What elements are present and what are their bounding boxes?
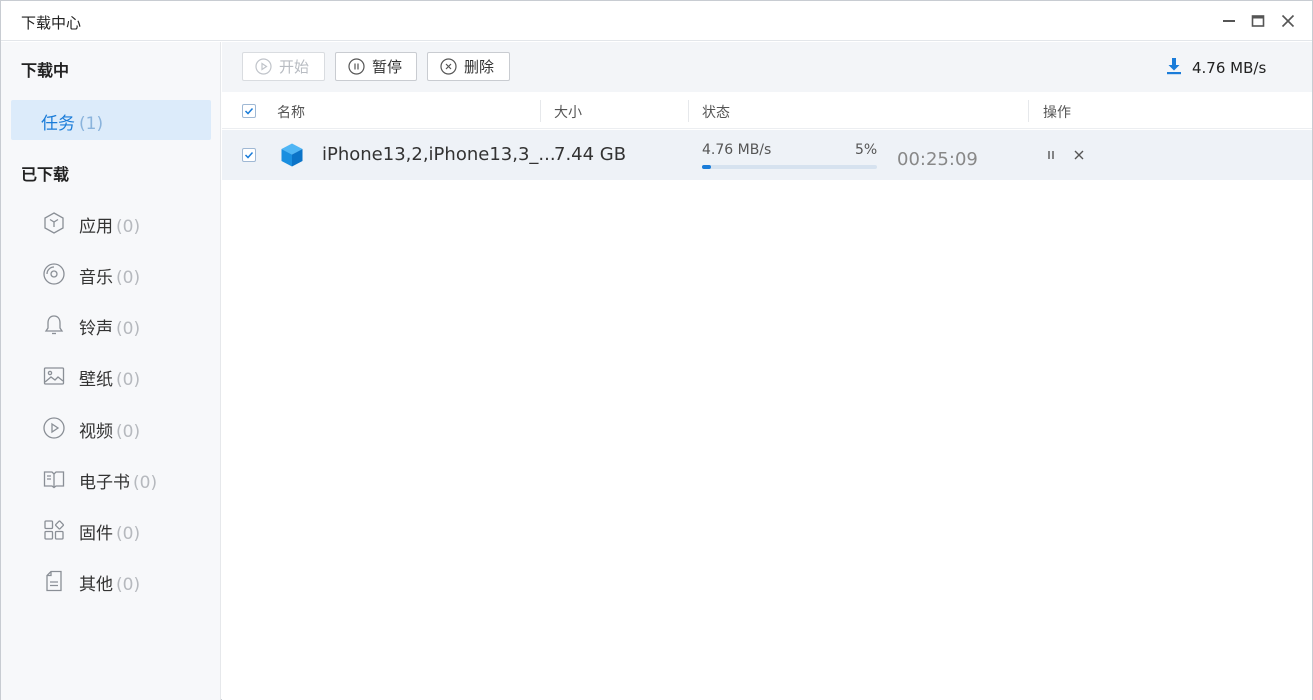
book-icon bbox=[41, 466, 67, 492]
delete-button-label: 删除 bbox=[464, 58, 495, 76]
column-header-action: 操作 bbox=[1043, 105, 1071, 121]
music-disc-icon bbox=[41, 261, 67, 287]
pause-icon bbox=[348, 58, 365, 75]
column-header-name[interactable]: 名称 bbox=[277, 102, 305, 122]
downloaded-section-title: 已下载 bbox=[21, 165, 70, 184]
pause-icon bbox=[1048, 151, 1054, 159]
close-icon bbox=[1074, 150, 1084, 160]
cube-icon bbox=[41, 210, 67, 236]
sidebar-item-label: 电子书 (0) bbox=[79, 473, 158, 493]
image-icon bbox=[41, 363, 67, 389]
pause-button-label: 暂停 bbox=[372, 58, 403, 76]
minimize-button[interactable] bbox=[1217, 9, 1241, 33]
play-icon bbox=[255, 58, 272, 75]
grid-icon bbox=[41, 517, 67, 543]
row-checkbox[interactable] bbox=[242, 148, 256, 162]
sidebar-item-label: 视频 (0) bbox=[79, 422, 141, 442]
time-remaining: 00:25:09 bbox=[897, 149, 978, 170]
sidebar-item-label: 应用 (0) bbox=[79, 217, 141, 237]
delete-icon bbox=[440, 58, 457, 75]
firmware-package-icon bbox=[279, 142, 305, 172]
start-button[interactable]: 开始 bbox=[242, 52, 325, 81]
play-circle-icon bbox=[41, 415, 67, 441]
bell-icon bbox=[41, 312, 67, 338]
sidebar-item-videos[interactable]: 视频 (0) bbox=[31, 407, 211, 447]
download-icon bbox=[1166, 57, 1182, 79]
sidebar-item-other[interactable]: 其他 (0) bbox=[31, 560, 211, 600]
progress-bar-fill bbox=[702, 165, 711, 169]
start-button-label: 开始 bbox=[279, 58, 310, 76]
minimize-icon bbox=[1223, 20, 1235, 22]
file-name: iPhone13,2,iPhone13,3_... bbox=[322, 144, 556, 165]
sidebar-item-ringtones[interactable]: 铃声 (0) bbox=[31, 304, 211, 344]
column-header-size[interactable]: 大小 bbox=[554, 102, 582, 122]
delete-button[interactable]: 删除 bbox=[427, 52, 510, 81]
table-row[interactable]: iPhone13,2,iPhone13,3_... 7.44 GB 4.76 M… bbox=[222, 130, 1312, 180]
column-divider bbox=[688, 100, 689, 122]
sidebar-item-ebooks[interactable]: 电子书 (0) bbox=[31, 458, 211, 498]
checkmark-icon bbox=[244, 151, 254, 159]
sidebar-item-label: 音乐 (0) bbox=[79, 268, 141, 288]
document-icon bbox=[41, 568, 67, 594]
select-all-checkbox[interactable] bbox=[242, 104, 256, 118]
column-header-status[interactable]: 状态 bbox=[702, 102, 730, 122]
close-icon bbox=[1281, 14, 1295, 28]
task-count: (1) bbox=[79, 114, 104, 134]
progress-percent: 5% bbox=[855, 142, 878, 158]
sidebar-item-label: 固件 (0) bbox=[79, 524, 141, 544]
progress-bar bbox=[702, 165, 877, 169]
table-header: 名称 大小 状态 操作 bbox=[222, 92, 1312, 129]
pause-button[interactable]: 暂停 bbox=[335, 52, 417, 81]
downloading-section-title: 下载中 bbox=[21, 61, 70, 80]
file-size: 7.44 GB bbox=[554, 144, 627, 165]
sidebar-item-firmware[interactable]: 固件 (0) bbox=[31, 509, 211, 549]
total-speed: 4.76 MB/s bbox=[1166, 57, 1266, 79]
sidebar-item-label: 壁纸 (0) bbox=[79, 370, 141, 390]
maximize-button[interactable] bbox=[1246, 9, 1270, 33]
column-divider bbox=[1028, 100, 1029, 122]
maximize-icon bbox=[1251, 15, 1265, 27]
close-button[interactable] bbox=[1276, 9, 1300, 33]
row-pause-button[interactable] bbox=[1042, 146, 1060, 164]
sidebar-item-wallpapers[interactable]: 壁纸 (0) bbox=[31, 355, 211, 395]
title-bar: 下载中心 bbox=[1, 1, 1312, 41]
sidebar-item-apps[interactable]: 应用 (0) bbox=[31, 202, 211, 242]
download-center-window: 下载中心 下载中 任务 (1) 已下载 应用 (0) 音乐(0) 铃声 (0) … bbox=[0, 0, 1313, 700]
window-title: 下载中心 bbox=[21, 14, 82, 32]
toolbar: 开始 暂停 删除 4.76 MB/s bbox=[222, 42, 1312, 92]
sidebar-item-music[interactable]: 音乐 (0) bbox=[31, 253, 211, 293]
sidebar-item-label: 铃声 (0) bbox=[79, 319, 141, 339]
checkmark-icon bbox=[244, 107, 254, 115]
sidebar-item-tasks[interactable]: 任务 (1) bbox=[11, 100, 211, 140]
sidebar: 下载中 任务 (1) 已下载 应用 (0) 音乐 (0) 铃声 (0) 壁纸 (… bbox=[1, 42, 221, 700]
main-panel: 开始 暂停 删除 4.76 MB/s 名称 大小 状态 操作 iPhone13,… bbox=[222, 42, 1312, 700]
sidebar-item-label: 任务 (1) bbox=[41, 114, 104, 134]
column-divider bbox=[540, 100, 541, 122]
row-delete-button[interactable] bbox=[1070, 146, 1088, 164]
download-speed: 4.76 MB/s bbox=[702, 142, 772, 158]
total-speed-value: 4.76 MB/s bbox=[1192, 59, 1267, 77]
sidebar-item-label: 其他 (0) bbox=[79, 575, 141, 595]
